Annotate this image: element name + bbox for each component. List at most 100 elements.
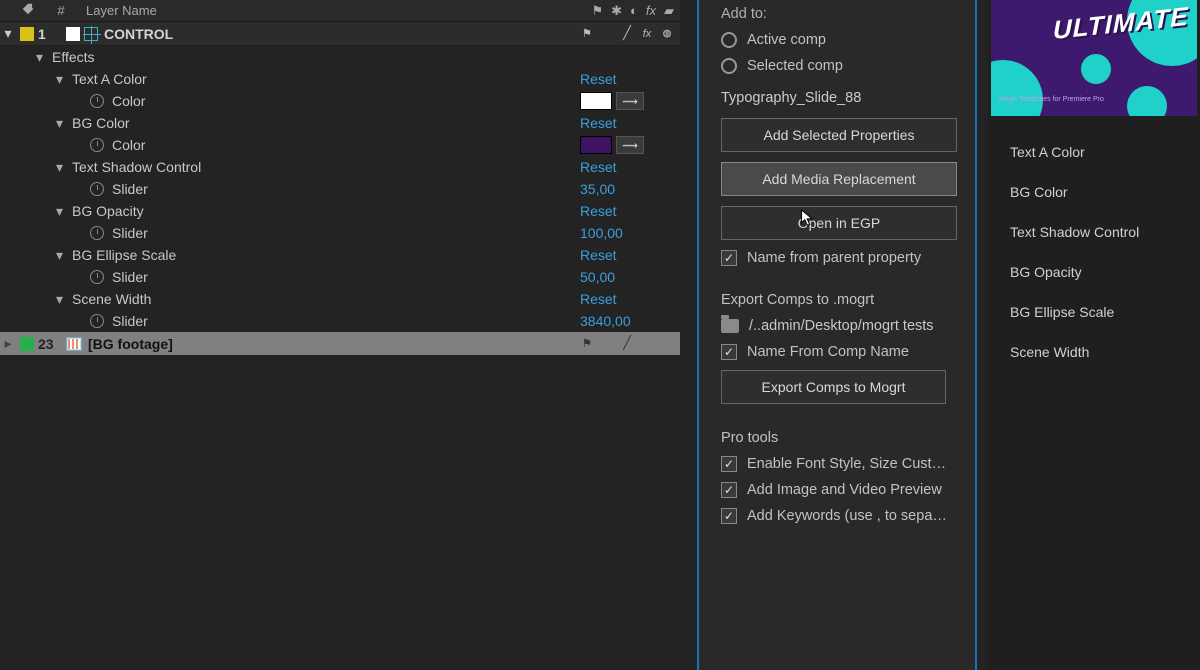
check-font-style[interactable]: Enable Font Style, Size Cust… [721,456,957,472]
prop-label: Color [112,137,580,153]
chevron-down-icon[interactable]: ▾ [56,71,72,88]
chevron-down-icon[interactable]: ▾ [56,159,72,176]
effect-bg-ellipse[interactable]: ▾ BG Ellipse Scale Reset [0,244,680,266]
add-to-label: Add to: [721,6,957,22]
effects-group[interactable]: ▾ Effects [0,46,680,68]
slider-value[interactable]: 50,00 [580,269,660,285]
solo-switch[interactable] [600,27,614,41]
motion-blur-icon[interactable]: ▰ [664,3,674,19]
shy-switch[interactable]: ⚑ [580,27,594,41]
fx-switch[interactable]: fx [640,27,654,41]
effect-text-shadow[interactable]: ▾ Text Shadow Control Reset [0,156,680,178]
reset-link[interactable]: Reset [580,203,660,219]
prop-label: Slider [112,313,580,329]
checkbox-icon[interactable] [721,482,737,498]
effects-label: Effects [52,49,680,65]
reset-link[interactable]: Reset [580,247,660,263]
eg-item-bg-color[interactable]: BG Color [988,172,1200,212]
comp-name: Typography_Slide_88 [721,90,957,106]
reset-link[interactable]: Reset [580,291,660,307]
export-comps-button[interactable]: Export Comps to Mogrt [721,370,946,404]
chevron-down-icon[interactable]: ▾ [56,203,72,220]
checkbox-icon[interactable] [721,508,737,524]
check-name-from-parent[interactable]: Name from parent property [721,250,957,266]
layer-type-icon [66,27,80,41]
essential-graphics-panel: ULTIMATE Mogrt Templates for Premiere Pr… [988,0,1200,670]
effect-name: Text Shadow Control [72,159,580,175]
effect-text-a-color[interactable]: ▾ Text A Color Reset [0,68,680,90]
stopwatch-icon[interactable] [90,314,104,328]
eg-item-text-a-color[interactable]: Text A Color [988,132,1200,172]
script-panel: Add to: Active comp Selected comp Typogr… [697,0,977,670]
layer-row-control[interactable]: ▾ 1 CONTROL ⚑ ╱ fx ◍ [0,22,680,46]
stopwatch-icon[interactable] [90,270,104,284]
preview-subtitle: Mogrt Templates for Premiere Pro [999,96,1104,104]
fx-header-icon[interactable]: fx [646,3,656,19]
stopwatch-icon[interactable] [90,226,104,240]
folder-path: /..admin/Desktop/mogrt tests [749,318,934,334]
collapse-switch[interactable]: ◍ [660,27,674,41]
checkbox-icon[interactable] [721,456,737,472]
eyedropper-icon[interactable]: ⟿ [616,92,644,110]
stopwatch-icon[interactable] [90,182,104,196]
add-selected-properties-button[interactable]: Add Selected Properties [721,118,957,152]
add-media-replacement-button[interactable]: Add Media Replacement [721,162,957,196]
layer-row-bg-footage[interactable]: ▸ 23 [BG footage] ⚑ ╱ [0,332,680,356]
color-swatch[interactable] [580,92,612,110]
reset-link[interactable]: Reset [580,115,660,131]
layer-name[interactable]: [BG footage] [88,336,580,352]
reset-link[interactable]: Reset [580,159,660,175]
fx-icon[interactable]: ✱ [611,3,622,19]
layer-name[interactable]: CONTROL [104,26,580,42]
folder-icon[interactable] [721,319,739,333]
stopwatch-icon[interactable] [90,138,104,152]
radio-icon[interactable] [721,58,737,74]
eyedropper-icon[interactable]: ⟿ [616,136,644,154]
checkbox-icon[interactable] [721,250,737,266]
shy-switch[interactable]: ⚑ [580,337,594,351]
eg-item-bg-opacity[interactable]: BG Opacity [988,252,1200,292]
col-layer-name: Layer Name [76,3,591,18]
button-label: Open in EGP [798,215,881,231]
eg-item-text-shadow[interactable]: Text Shadow Control [988,212,1200,252]
tag-icon[interactable] [10,2,46,19]
collapse-switch[interactable] [660,337,674,351]
radio-label: Selected comp [747,58,843,74]
slider-value[interactable]: 35,00 [580,181,660,197]
open-in-egp-button[interactable]: Open in EGP [721,206,957,240]
property-list: Text A Color BG Color Text Shadow Contro… [988,122,1200,382]
solo-switch[interactable] [600,337,614,351]
effect-bg-opacity[interactable]: ▾ BG Opacity Reset [0,200,680,222]
quality-switch[interactable]: ╱ [620,27,634,41]
stopwatch-icon[interactable] [90,94,104,108]
chevron-down-icon[interactable]: ▾ [56,115,72,132]
reset-link[interactable]: Reset [580,71,660,87]
check-keywords[interactable]: Add Keywords (use , to sepa… [721,508,957,524]
chevron-right-icon[interactable]: ▸ [0,335,16,352]
chevron-down-icon[interactable]: ▾ [0,25,16,42]
quality-switch[interactable]: ╱ [620,337,634,351]
layer-color-chip[interactable] [20,337,34,351]
chevron-down-icon[interactable]: ▾ [56,291,72,308]
export-folder-row[interactable]: /..admin/Desktop/mogrt tests [721,318,957,334]
check-image-preview[interactable]: Add Image and Video Preview [721,482,957,498]
layer-color-chip[interactable] [20,27,34,41]
radio-icon[interactable] [721,32,737,48]
chevron-down-icon[interactable]: ▾ [36,49,52,66]
shy-icon[interactable]: ⚑ [591,3,603,19]
check-name-from-comp[interactable]: Name From Comp Name [721,344,957,360]
slider-value[interactable]: 3840,00 [580,313,660,329]
fx-switch[interactable] [640,337,654,351]
slider-value[interactable]: 100,00 [580,225,660,241]
eg-item-scene-width[interactable]: Scene Width [988,332,1200,372]
eg-item-bg-ellipse[interactable]: BG Ellipse Scale [988,292,1200,332]
chevron-down-icon[interactable]: ▾ [56,247,72,264]
quality-icon[interactable]: ◐ [630,3,638,19]
radio-selected-comp[interactable]: Selected comp [721,58,957,74]
effect-bg-color[interactable]: ▾ BG Color Reset [0,112,680,134]
effect-scene-width[interactable]: ▾ Scene Width Reset [0,288,680,310]
prop-label: Slider [112,181,580,197]
color-swatch[interactable] [580,136,612,154]
checkbox-icon[interactable] [721,344,737,360]
radio-active-comp[interactable]: Active comp [721,32,957,48]
